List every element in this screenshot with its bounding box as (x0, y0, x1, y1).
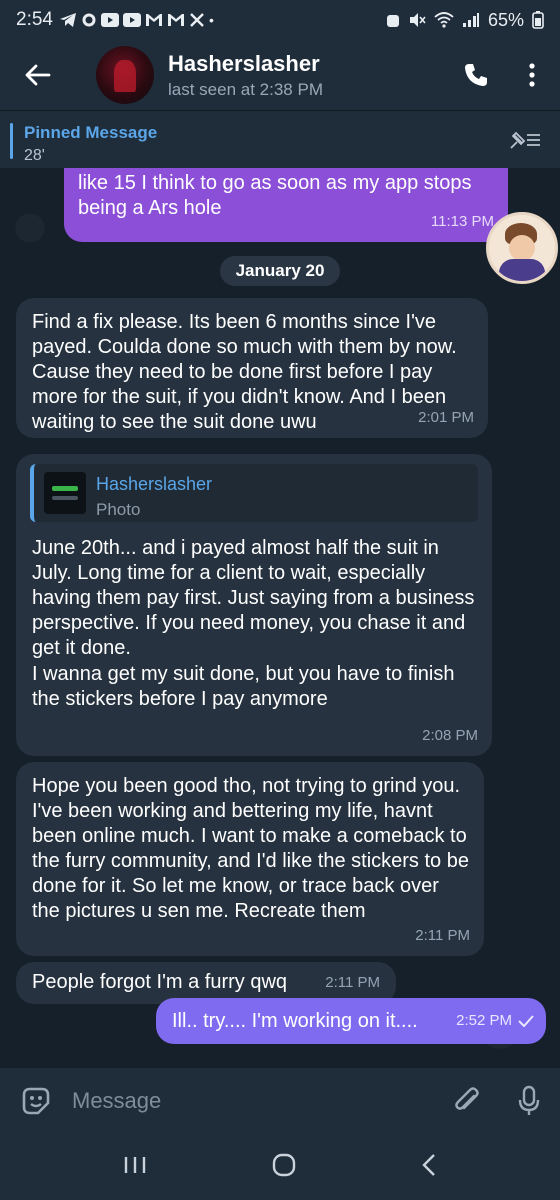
message-time-label: 2:52 PM (456, 1012, 512, 1029)
date-separator: January 20 (220, 256, 340, 286)
message-text: June 20th... and i payed almost half the… (32, 537, 475, 659)
chat-header: Hasherslasher last seen at 2:38 PM (0, 40, 560, 110)
message-incoming[interactable]: Hope you been good tho, not trying to gr… (16, 762, 484, 956)
status-time: 2:54 (16, 9, 53, 30)
voice-record-button[interactable] (498, 1085, 560, 1117)
message-time: 2:01 PM (418, 409, 474, 426)
recents-icon (124, 1156, 145, 1173)
phone-icon (465, 64, 487, 86)
message-outgoing[interactable]: them up then post them I'm almost done j… (64, 168, 508, 242)
contact-name: Hasherslasher (168, 50, 320, 76)
telegram-icon (59, 13, 76, 27)
gear-icon (82, 13, 96, 27)
home-icon (272, 1153, 296, 1176)
microphone-icon (518, 1085, 540, 1115)
call-button[interactable] (448, 62, 504, 88)
pinned-list-button[interactable] (508, 129, 542, 156)
mute-icon (409, 13, 426, 27)
more-notifications-dot: • (208, 12, 214, 28)
message-text: Ill.. try.... I'm working on it.... (172, 1010, 418, 1032)
message-outgoing[interactable]: Ill.. try.... I'm working on it.... 2:52… (156, 998, 546, 1044)
pinned-text: 28' (24, 147, 45, 164)
battery-percent: 65% (487, 9, 524, 30)
sticker-icon (22, 1087, 50, 1115)
message-input[interactable]: Message (72, 1088, 436, 1114)
alarm-icon (386, 15, 399, 27)
gmail-icon (145, 14, 162, 26)
back-nav-button[interactable] (421, 1153, 437, 1182)
pinned-message-bar[interactable]: Pinned Message 28' (0, 110, 560, 168)
read-check-icon (518, 1014, 534, 1027)
more-menu-button[interactable] (504, 63, 560, 87)
youtube-icon (100, 13, 119, 27)
recents-button[interactable] (123, 1155, 147, 1180)
contact-avatar[interactable] (96, 46, 154, 104)
pin-list-icon (510, 131, 540, 149)
message-time: 2:11 PM (415, 927, 470, 944)
back-button[interactable] (8, 64, 68, 86)
chat-area[interactable]: them up then post them I'm almost done j… (0, 168, 560, 1068)
status-bar: 2:54 • 65% (0, 0, 560, 40)
message-time: 2:11 PM (325, 974, 380, 991)
reply-photo-thumbnail (44, 472, 86, 514)
paperclip-icon (455, 1087, 479, 1110)
more-vertical-icon (529, 63, 535, 87)
signal-icon (462, 13, 479, 27)
home-button[interactable] (272, 1153, 296, 1182)
reply-sender: Hasherslasher (96, 474, 213, 494)
message-text: Hope you been good tho, not trying to gr… (32, 775, 469, 922)
reply-quote[interactable]: Hasherslasher Photo (30, 464, 478, 522)
message-time: 2:52 PM (456, 1008, 534, 1033)
gmail-icon (167, 14, 184, 26)
message-time: 2:08 PM (422, 727, 478, 744)
status-right: 65% (386, 10, 544, 31)
attach-button[interactable] (436, 1086, 498, 1116)
message-time: 11:13 PM (430, 213, 494, 230)
message-text: People forgot I'm a furry qwq (32, 971, 288, 993)
notification-icons: • (59, 12, 214, 28)
x-icon (190, 13, 204, 27)
system-nav-bar (0, 1134, 560, 1200)
emoji-button[interactable] (0, 1085, 72, 1117)
wifi-icon (434, 12, 454, 28)
arrow-left-icon (25, 64, 51, 86)
message-text: Find a fix please. Its been 6 months sin… (32, 311, 457, 433)
chevron-left-icon (422, 1153, 436, 1176)
message-text: I wanna get my suit done, but you have t… (32, 663, 455, 710)
reply-type: Photo (96, 500, 141, 519)
contact-info[interactable]: Hasherslasher last seen at 2:38 PM (168, 51, 448, 100)
sender-avatar[interactable] (486, 212, 558, 284)
message-incoming-reply[interactable]: Hasherslasher Photo June 20th... and i p… (16, 454, 492, 756)
battery-icon (532, 11, 544, 29)
youtube-icon (122, 13, 141, 27)
pinned-title: Pinned Message (24, 123, 158, 142)
message-incoming[interactable]: Find a fix please. Its been 6 months sin… (16, 298, 488, 438)
last-seen: last seen at 2:38 PM (168, 79, 323, 99)
pinned-indicator (10, 123, 13, 159)
message-composer: Message (0, 1068, 560, 1134)
